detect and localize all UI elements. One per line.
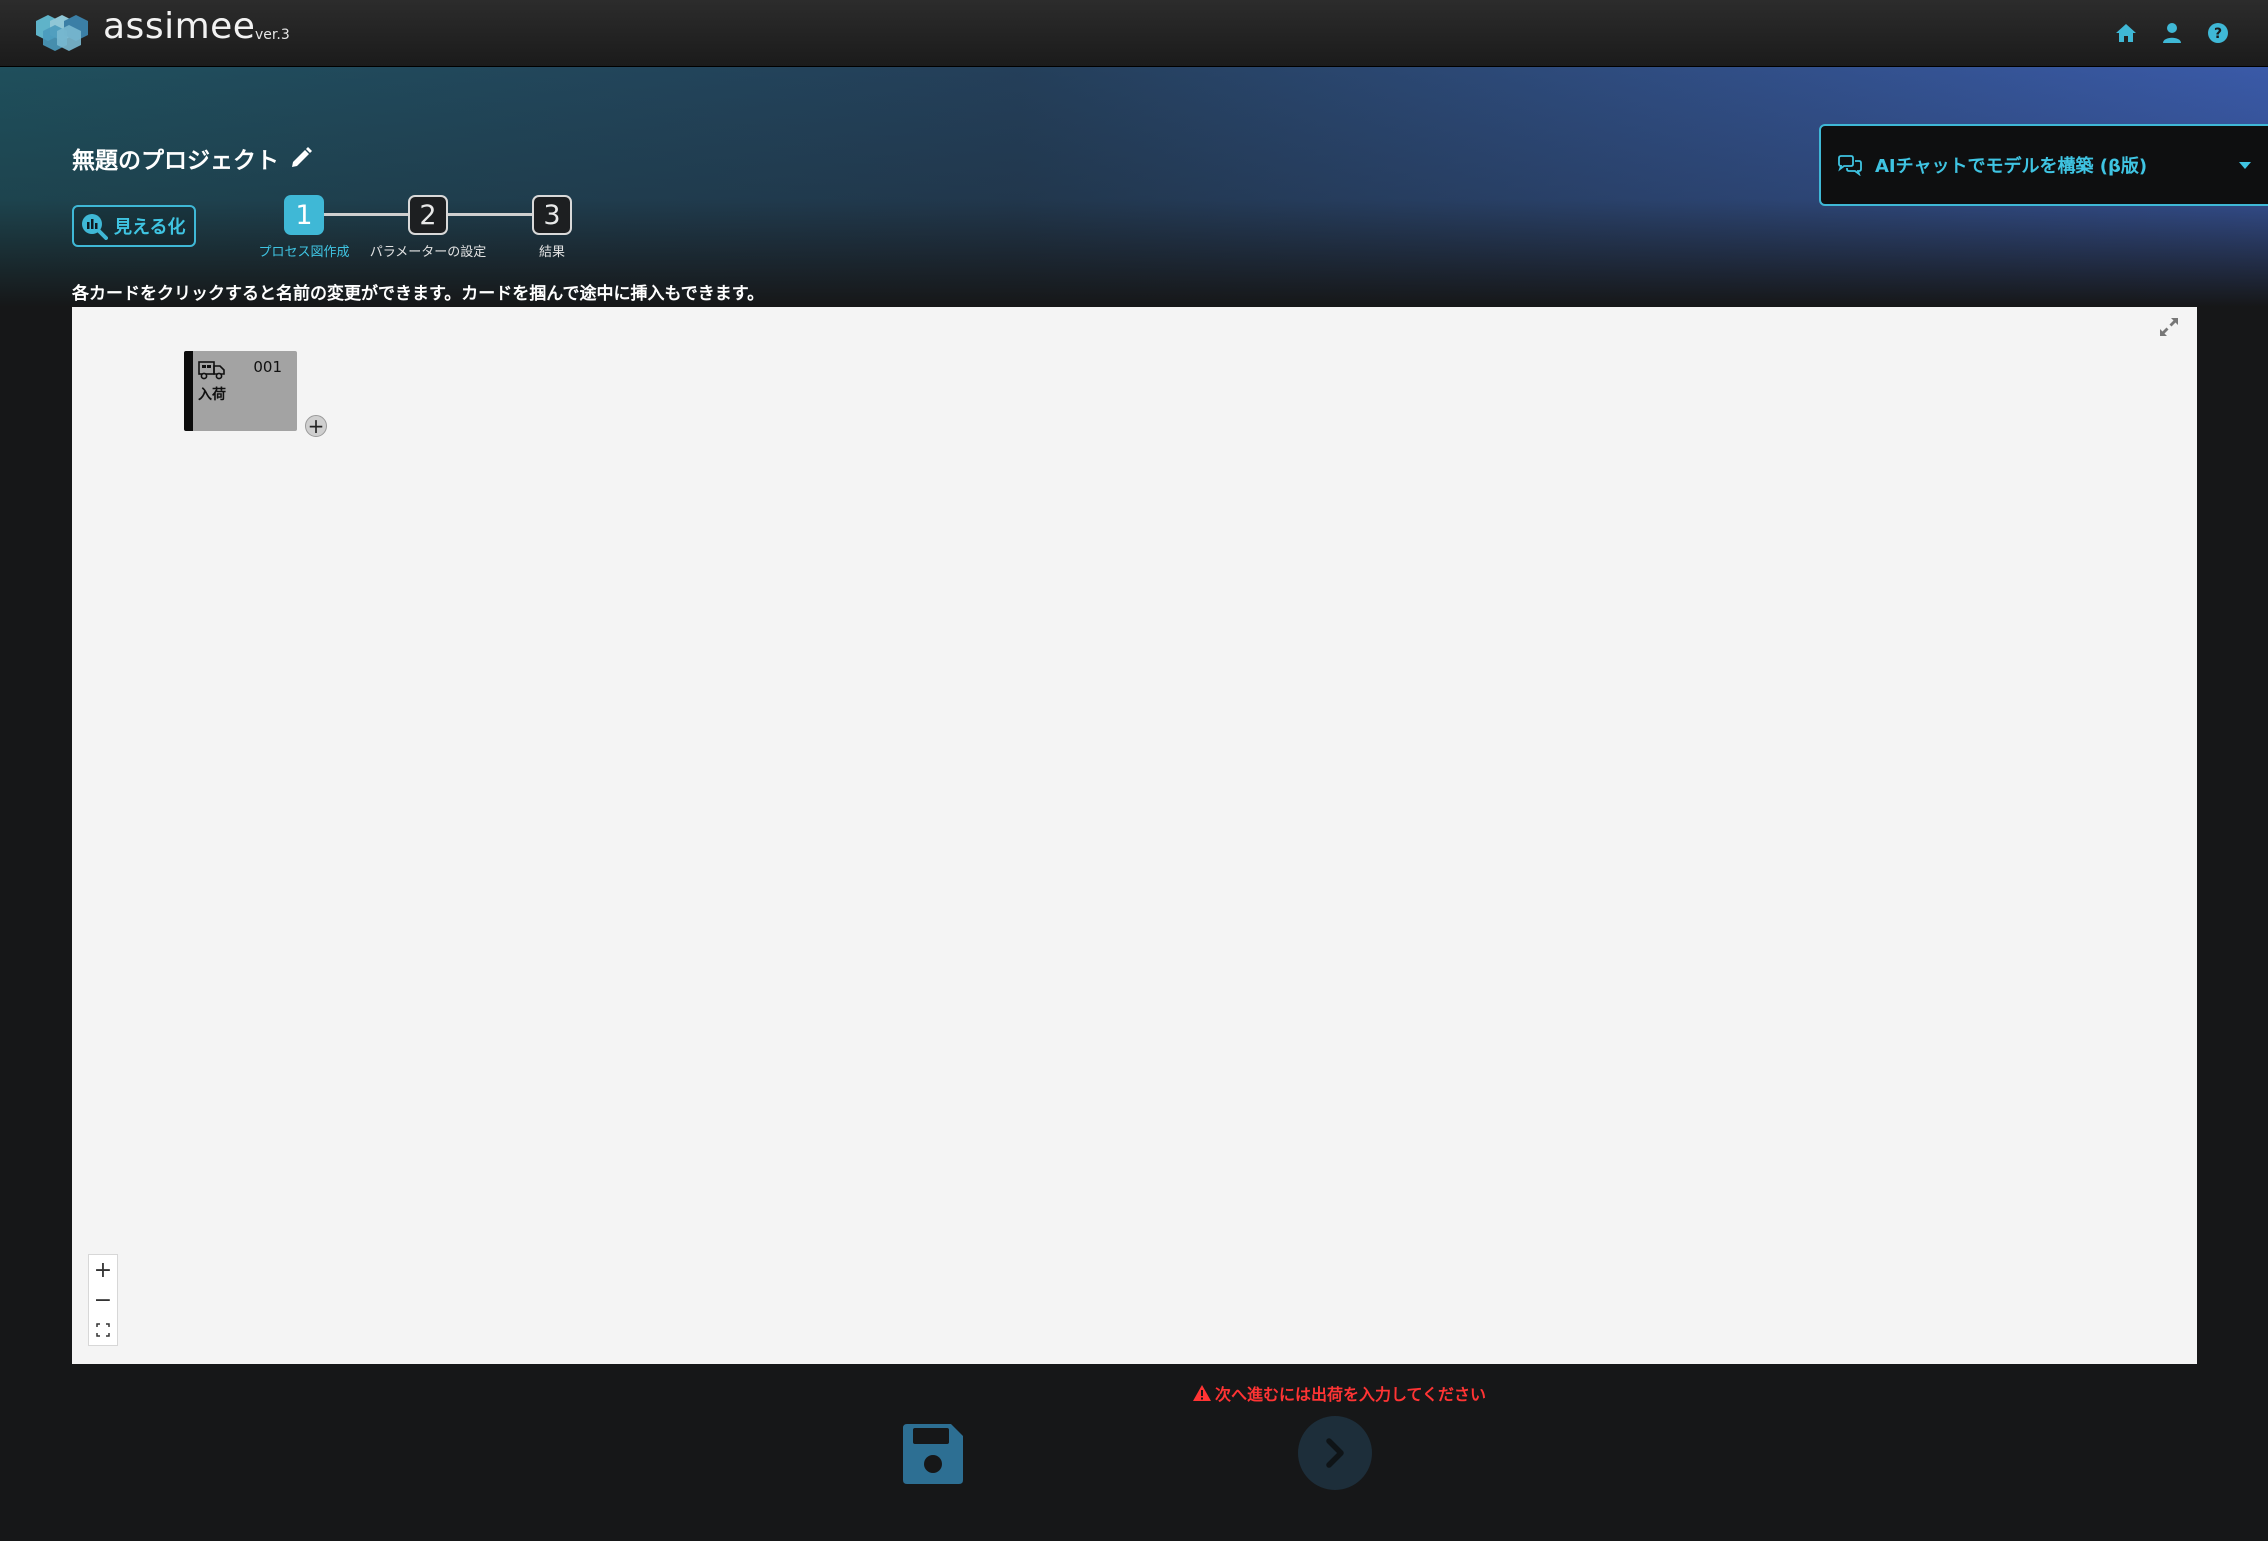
chat-bubbles-icon [1838, 155, 1862, 176]
ai-chat-label: AIチャットでモデルを構築 (β版) [1875, 156, 2148, 177]
zoom-in-button[interactable]: + [89, 1255, 117, 1285]
top-bar: assimee ver.3 ? [0, 0, 2268, 67]
project-title-text: 無題のプロジェクト [72, 148, 279, 174]
pencil-edit-icon[interactable] [289, 146, 313, 170]
visualize-button[interactable]: 見える化 [72, 205, 196, 247]
ai-chat-dropdown[interactable]: AIチャットでモデルを構築 (β版) [1819, 124, 2268, 206]
chart-search-icon [82, 214, 108, 240]
card-name[interactable]: 入荷 [198, 384, 226, 404]
expand-icon[interactable] [2157, 315, 2181, 339]
chevron-down-icon [2239, 162, 2251, 169]
help-icon[interactable]: ? [2206, 21, 2230, 45]
step-3[interactable]: 3 [532, 195, 572, 235]
step-2[interactable]: 2 [408, 195, 448, 235]
assimee-logo-icon[interactable] [34, 13, 90, 53]
step-1-label: プロセス図作成 [258, 245, 350, 260]
step-3-label: 結果 [538, 245, 566, 260]
process-card[interactable]: 001 入荷 [184, 351, 297, 431]
fit-view-button[interactable] [89, 1315, 117, 1345]
svg-text:?: ? [2214, 26, 2222, 42]
chevron-right-icon [1326, 1438, 1344, 1468]
top-nav-icons: ? [2114, 21, 2230, 45]
stepper-connector [324, 213, 408, 216]
user-icon[interactable] [2160, 21, 2184, 45]
brand-name: assimee [103, 6, 256, 47]
add-card-button[interactable]: + [305, 415, 327, 437]
home-icon[interactable] [2114, 21, 2138, 45]
step-2-label: パラメーターの設定 [369, 245, 487, 260]
warning-triangle-icon [1193, 1385, 1211, 1401]
card-id: 001 [253, 358, 282, 376]
stepper-connector [448, 213, 532, 216]
next-button[interactable] [1298, 1416, 1372, 1490]
save-button[interactable] [899, 1420, 967, 1488]
version-label: ver.3 [255, 27, 290, 43]
zoom-out-button[interactable]: − [89, 1285, 117, 1315]
zoom-controls: + − [88, 1254, 118, 1346]
instruction-text: 各カードをクリックすると名前の変更ができます。カードを掴んで途中に挿入もできます… [72, 284, 765, 304]
step-1[interactable]: 1 [284, 195, 324, 235]
visualize-button-label: 見える化 [114, 217, 186, 238]
project-title[interactable]: 無題のプロジェクト [72, 141, 313, 175]
fit-view-icon [96, 1323, 110, 1337]
next-step-warning: 次へ進むには出荷を入力してください [1193, 1381, 1486, 1405]
truck-icon [198, 361, 225, 380]
process-canvas[interactable]: 001 入荷 + + − [72, 307, 2197, 1364]
warning-text: 次へ進むには出荷を入力してください [1215, 1385, 1487, 1404]
